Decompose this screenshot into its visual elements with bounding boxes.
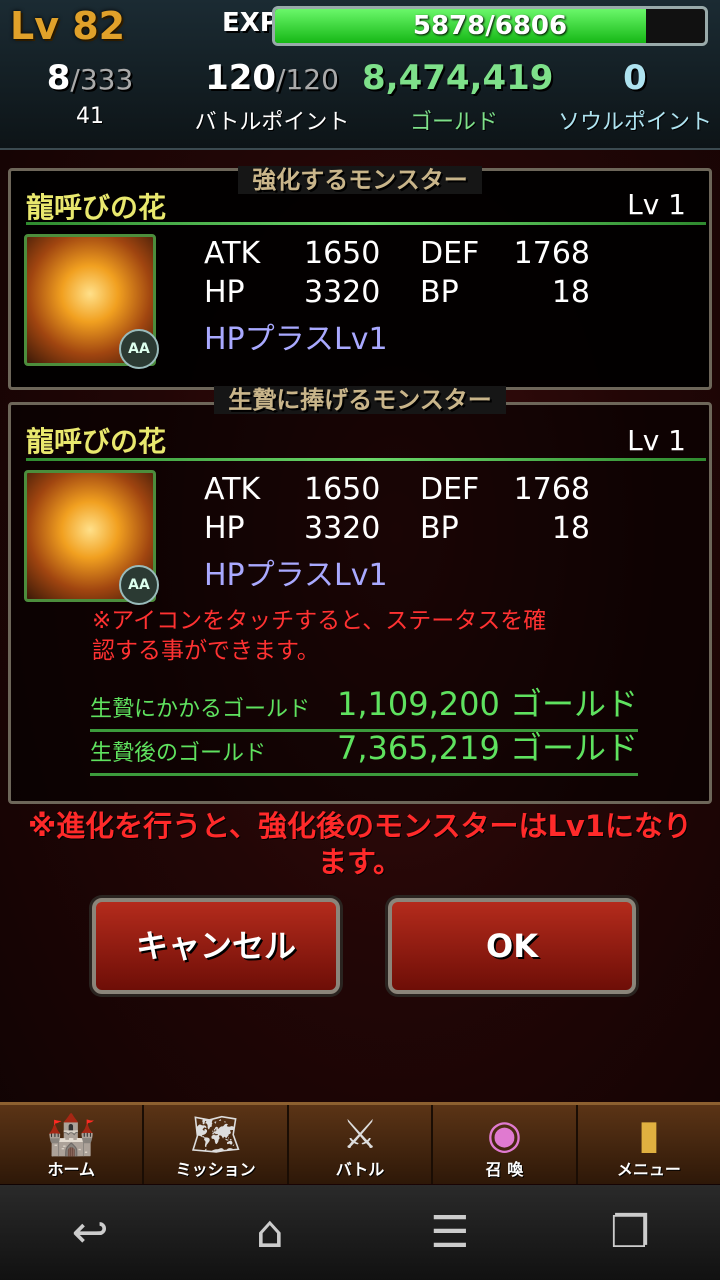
home-icon[interactable]: ⌂ — [180, 1185, 360, 1280]
exp-value: 5878/6806 — [412, 11, 568, 41]
battle-point-value: 120 — [205, 58, 277, 98]
hp-label: HP — [204, 275, 245, 310]
sacrifice-monster-name: 龍呼びの花 — [26, 425, 167, 458]
system-nav-bar: ↩ ⌂ ☰ ❐ — [0, 1185, 720, 1280]
def-label: DEF — [420, 472, 480, 507]
battle-point-stat: 120/120 バトルポイント — [182, 58, 362, 136]
battle-point-label: バトルポイント — [194, 110, 350, 135]
sacrifice-monster-thumbnail[interactable]: AA — [24, 470, 159, 605]
gold-value: 8,474,419 — [362, 58, 554, 98]
nav-battle[interactable]: ⚔ バトル — [289, 1105, 434, 1184]
stamina-value: 8 — [46, 58, 71, 98]
exp-bar: 5878/6806 — [272, 6, 708, 46]
hp-value: 3320 — [304, 511, 381, 546]
battle-point-max: /120 — [276, 63, 339, 96]
enhance-title: 強化するモンスター — [238, 166, 482, 194]
sacrifice-monster-level: Lv 1 — [627, 424, 686, 457]
def-value: 1768 — [513, 236, 590, 271]
book-icon: ▮ — [637, 1112, 660, 1158]
back-icon[interactable]: ↩ — [0, 1185, 180, 1280]
nav-home[interactable]: 🏰 ホーム — [0, 1105, 145, 1184]
soul-point-value: 0 — [623, 58, 647, 98]
nav-menu[interactable]: ▮ メニュー — [578, 1105, 720, 1184]
enhance-monster-stats: ATK 1650 DEF 1768 HP 3320 BP 18 — [204, 236, 604, 314]
soul-point-label: ソウルポイント — [557, 110, 712, 135]
stamina-stat: 8/333 41 — [20, 58, 160, 129]
atk-value: 1650 — [304, 236, 381, 271]
sacrifice-cost-value: 1,109,200 ゴールド — [336, 685, 638, 723]
map-icon: 🗺 — [190, 1112, 241, 1158]
divider — [26, 458, 706, 461]
sacrifice-cost-label: 生贄にかかるゴールド — [90, 697, 311, 722]
ok-button[interactable]: OK — [388, 898, 636, 994]
sacrifice-monster-stats: ATK 1650 DEF 1768 HP 3320 BP 18 — [204, 472, 604, 550]
enhance-monster-skill: HPプラスLv1 — [204, 322, 388, 357]
gold-after-label: 生贄後のゴールド — [90, 741, 267, 766]
bp-label: BP — [420, 275, 459, 310]
hp-value: 3320 — [304, 275, 381, 310]
player-level: Lv 82 — [10, 4, 126, 48]
rank-badge-icon: AA — [119, 565, 159, 605]
castle-icon: 🏰 — [46, 1112, 97, 1158]
nav-mission[interactable]: 🗺 ミッション — [144, 1105, 289, 1184]
tap-icon-note: ※アイコンをタッチすると、ステータスを確 認する事ができます。 — [92, 608, 547, 664]
gold-after-row: 生贄後のゴールド 7,365,219 ゴールド — [90, 729, 638, 776]
evolution-warning: ※進化を行うと、強化後のモンスターはLv1になり ます。 — [27, 809, 692, 879]
sacrifice-monster-skill: HPプラスLv1 — [204, 558, 388, 593]
stamina-max: /333 — [70, 63, 134, 96]
divider — [26, 222, 706, 225]
stamina-label: 41 — [76, 104, 104, 129]
enhance-monster-name: 龍呼びの花 — [26, 191, 167, 224]
gold-label: ゴールド — [409, 110, 498, 135]
portal-icon: ◉ — [486, 1112, 522, 1158]
exp-label: EXP — [222, 8, 279, 38]
hp-label: HP — [204, 511, 245, 546]
atk-label: ATK — [204, 236, 261, 271]
axe-icon: ⚔ — [342, 1112, 378, 1158]
atk-value: 1650 — [304, 472, 381, 507]
enhance-monster-level: Lv 1 — [627, 188, 686, 221]
def-label: DEF — [420, 236, 480, 271]
gold-after-value: 7,365,219 ゴールド — [336, 729, 638, 767]
cancel-button[interactable]: キャンセル — [92, 898, 340, 994]
enhance-monster-thumbnail[interactable]: AA — [24, 234, 159, 369]
atk-label: ATK — [204, 472, 261, 507]
soul-point-stat: 0 ソウルポイント — [552, 58, 718, 136]
nav-summon[interactable]: ◉ 召 喚 — [433, 1105, 578, 1184]
sacrifice-title: 生贄に捧げるモンスター — [214, 386, 506, 414]
game-nav-bar: 🏰 ホーム 🗺 ミッション ⚔ バトル ◉ 召 喚 ▮ メニュー — [0, 1102, 720, 1184]
bp-value: 18 — [551, 275, 590, 310]
def-value: 1768 — [513, 472, 590, 507]
recent-apps-icon[interactable]: ❐ — [540, 1185, 720, 1280]
status-header: Lv 82 EXP 5878/6806 8/333 41 120/120 バトル… — [0, 0, 720, 150]
bp-label: BP — [420, 511, 459, 546]
menu-icon[interactable]: ☰ — [360, 1185, 540, 1280]
gold-stat: 8,474,419 ゴールド — [362, 58, 553, 136]
rank-badge-icon: AA — [119, 329, 159, 369]
bp-value: 18 — [551, 511, 590, 546]
